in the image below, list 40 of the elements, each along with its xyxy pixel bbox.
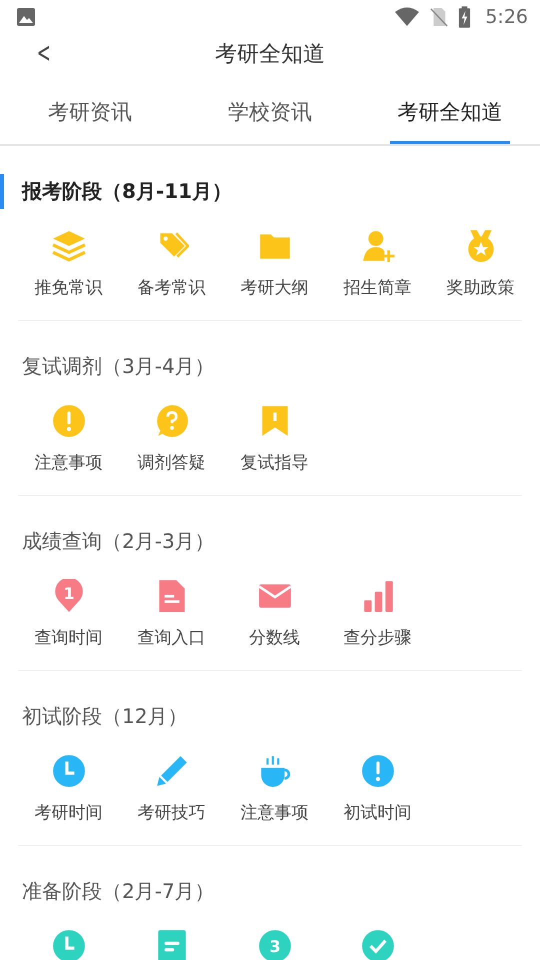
section-title[interactable]: 初试阶段（12月）	[0, 699, 522, 734]
layers-icon[interactable]	[52, 229, 86, 263]
category-label: 招生简章	[344, 277, 412, 299]
alert-icon[interactable]	[360, 754, 394, 788]
question-icon[interactable]	[154, 404, 188, 438]
section-title[interactable]: 准备阶段（2月-7月）	[0, 874, 522, 909]
page-title: 考研全知道	[215, 41, 325, 69]
section-title[interactable]: 成绩查询（2月-3月）	[0, 524, 522, 559]
category-label: 查询入口	[138, 627, 206, 649]
clock-icon[interactable]	[52, 929, 86, 960]
category-label: 考研时间	[34, 802, 102, 824]
tab[interactable]: 学校资讯	[210, 74, 330, 144]
category-label: 调剂答疑	[138, 452, 206, 474]
category-label: 复试指导	[240, 452, 308, 474]
check-icon[interactable]	[360, 929, 394, 960]
clock-icon[interactable]	[52, 754, 86, 788]
category-label: 分数线	[249, 627, 300, 649]
section-title[interactable]: 报考阶段（8月-11月）	[0, 174, 522, 209]
category-label: 奖助政策	[446, 277, 514, 299]
tab[interactable]: 考研全知道	[390, 74, 510, 144]
image-icon	[16, 7, 36, 27]
user-add-icon[interactable]	[360, 229, 394, 263]
alert-icon[interactable]	[52, 404, 86, 438]
status-time: 5:26	[485, 6, 528, 28]
category-label: 查询时间	[34, 627, 102, 649]
wifi-icon	[394, 7, 420, 27]
battery-icon	[458, 6, 472, 28]
section-title[interactable]: 复试调剂（3月-4月）	[0, 349, 522, 384]
no-sim-icon	[430, 6, 448, 28]
back-button[interactable]: <	[34, 38, 54, 69]
category-label: 注意事项	[34, 452, 102, 474]
pencil-icon[interactable]	[154, 754, 188, 788]
category-label: 初试时间	[344, 802, 412, 824]
category-label: 考研技巧	[138, 802, 206, 824]
category-label: 考研大纲	[240, 277, 308, 299]
tab[interactable]: 考研资讯	[30, 74, 150, 144]
category-label: 推免常识	[34, 277, 102, 299]
category-label: 查分步骤	[344, 627, 412, 649]
category-label: 注意事项	[240, 802, 308, 824]
category-label: 备考常识	[138, 277, 206, 299]
